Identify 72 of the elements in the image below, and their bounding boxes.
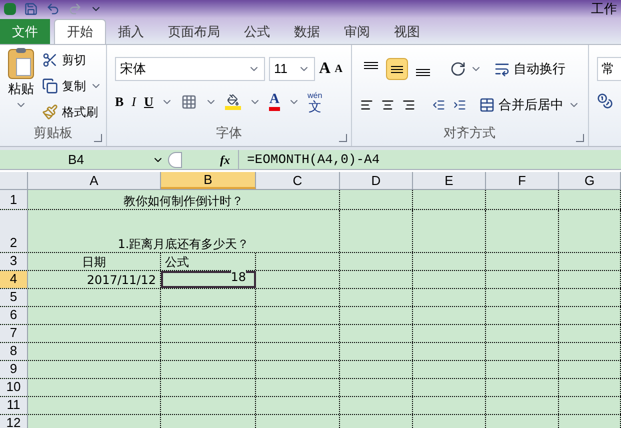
paste-button[interactable]: 粘贴 (4, 49, 38, 123)
group-label: 剪贴板 (34, 124, 72, 142)
fill-color-icon[interactable] (225, 94, 242, 110)
merge-center-button[interactable]: 合并后居中 (478, 95, 580, 115)
paintbrush-icon (42, 104, 58, 120)
redo-icon[interactable] (68, 2, 82, 16)
column-header[interactable]: D (340, 172, 413, 189)
merge-cells-icon (478, 97, 495, 113)
save-icon[interactable] (24, 2, 38, 16)
copy-icon (42, 78, 58, 94)
row-header[interactable]: 9 (0, 361, 28, 378)
cell-text: 日期 (82, 254, 106, 270)
group-label: 字体 (216, 124, 242, 142)
phonetic-button[interactable]: wén 文 (308, 92, 322, 112)
wrap-text-button[interactable]: 自动换行 (494, 59, 566, 79)
column-header[interactable]: G (559, 172, 621, 189)
scissors-icon (42, 52, 58, 68)
dialog-launcher-icon[interactable] (338, 134, 347, 142)
orientation-icon[interactable] (450, 61, 466, 77)
bold-button[interactable]: B (115, 92, 124, 112)
column-header[interactable]: E (413, 172, 486, 189)
group-label: 对齐方式 (444, 124, 496, 142)
shrink-font-button[interactable]: A (334, 60, 343, 78)
column-header[interactable]: B (161, 172, 256, 189)
ribbon-tab[interactable]: 数据 (282, 19, 332, 44)
ribbon-tab[interactable]: 开始 (54, 19, 106, 44)
copy-button[interactable]: 复制 (42, 75, 102, 97)
formula-bar-handle[interactable] (168, 152, 182, 168)
row-header[interactable]: 5 (0, 289, 28, 306)
row-header[interactable]: 10 (0, 379, 28, 396)
ribbon-tab[interactable]: 视图 (382, 19, 432, 44)
row-header[interactable]: 8 (0, 343, 28, 360)
clipboard-icon (8, 49, 34, 79)
window-title: 工作 (591, 0, 617, 18)
ribbon-tab[interactable]: 页面布局 (156, 19, 232, 44)
ribbon-tab[interactable]: 插入 (106, 19, 156, 44)
borders-icon[interactable] (181, 94, 198, 110)
dialog-launcher-icon[interactable] (94, 134, 102, 142)
cell-text: 公式 (165, 254, 189, 270)
row-header[interactable]: 6 (0, 307, 28, 324)
column-header[interactable]: C (256, 172, 340, 189)
cell-text: 2017/11/12 (86, 272, 156, 288)
row-header[interactable]: 3 (0, 253, 28, 270)
vertical-align-button[interactable] (386, 58, 408, 80)
formula-field[interactable]: =EOMONTH(A4,0)-A4 (238, 150, 621, 169)
ribbon-tab[interactable]: 公式 (232, 19, 282, 44)
grow-font-button[interactable]: A (319, 57, 331, 81)
wrap-text-icon (494, 61, 510, 77)
currency-icon[interactable] (596, 93, 613, 109)
row-header[interactable]: 1 (0, 190, 28, 209)
row-header[interactable]: 4 (0, 271, 28, 288)
cut-button[interactable]: 剪切 (42, 49, 102, 71)
font-name-field[interactable]: 宋体 (115, 57, 265, 81)
column-header[interactable]: F (486, 172, 559, 189)
dialog-launcher-icon[interactable] (576, 134, 584, 142)
row-header[interactable]: 12 (0, 415, 28, 428)
row-header[interactable]: 2 (0, 210, 28, 252)
italic-button[interactable]: I (132, 92, 136, 112)
format-painter-button[interactable]: 格式刷 (42, 101, 102, 123)
file-tab[interactable]: 文件 (0, 19, 50, 44)
undo-icon[interactable] (46, 2, 60, 16)
number-format-field[interactable]: 常 (596, 57, 621, 81)
cell-text: 教你如何制作倒计时？ (124, 193, 244, 209)
row-header[interactable]: 7 (0, 325, 28, 342)
row-header[interactable]: 11 (0, 397, 28, 414)
name-box[interactable]: B4 (0, 150, 152, 169)
font-size-field[interactable]: 11 (269, 57, 315, 81)
ribbon-tab[interactable]: 审阅 (332, 19, 382, 44)
insert-function-button[interactable]: fx (182, 150, 238, 168)
cell-text: 1.距离月底还有多少天？ (118, 236, 250, 252)
font-color-button[interactable]: A (269, 93, 280, 111)
underline-button[interactable]: U (144, 92, 154, 112)
